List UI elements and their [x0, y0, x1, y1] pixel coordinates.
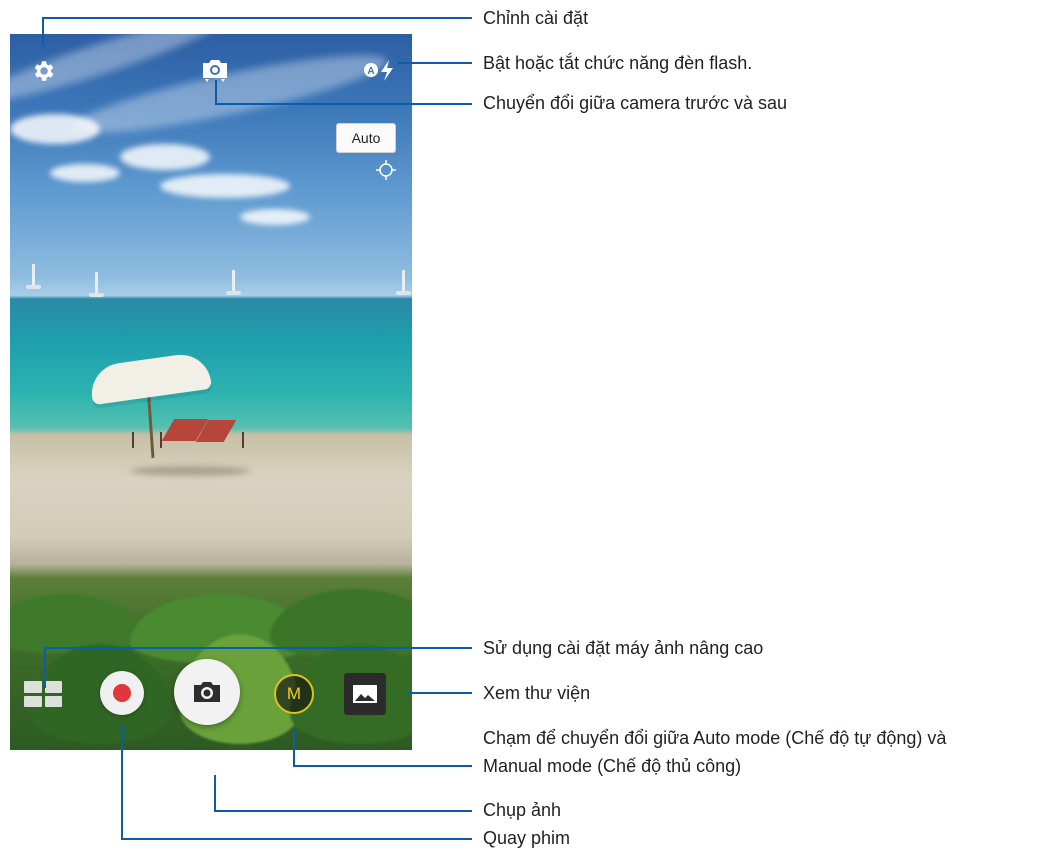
callout-line	[42, 18, 44, 46]
shutter-annotation: Chụp ảnh	[483, 800, 562, 820]
callout-line	[42, 17, 472, 19]
grid-icon-cell	[44, 695, 62, 707]
auto-mode-badge[interactable]: Auto	[336, 123, 396, 153]
settings-button[interactable]	[28, 56, 58, 86]
flash-toggle-button[interactable]: A	[361, 58, 401, 82]
cloud	[240, 209, 310, 225]
camera-bottom-bar: M	[10, 654, 412, 750]
sailboat	[89, 272, 104, 297]
cloud	[50, 164, 120, 182]
grid-icon-cell	[24, 695, 42, 707]
callout-line	[214, 775, 216, 811]
cloud	[10, 114, 100, 144]
callout-line	[121, 726, 123, 839]
flash-auto-icon: A	[364, 60, 393, 81]
cloud	[120, 144, 210, 170]
focus-target[interactable]	[375, 159, 397, 181]
gear-icon	[34, 61, 54, 81]
callout-line	[214, 810, 472, 812]
sailboat	[396, 270, 411, 295]
grid-icon	[24, 681, 42, 693]
mode-annotation-line1: Chạm để chuyển đổi giữa Auto mode (Chế đ…	[483, 728, 947, 748]
flash-annotation: Bật hoặc tắt chức năng đèn flash.	[483, 53, 753, 73]
cloud	[160, 174, 290, 198]
sailboat	[226, 270, 241, 295]
record-icon	[113, 684, 131, 702]
manual-mode-button[interactable]: M	[274, 674, 314, 714]
sailboat	[26, 264, 41, 289]
camera-icon	[194, 682, 220, 702]
gallery-annotation: Xem thư viện	[483, 683, 591, 703]
shadow	[130, 466, 250, 476]
advanced-settings-button[interactable]	[24, 681, 62, 707]
callout-line	[405, 692, 472, 694]
chair-leg	[132, 432, 134, 448]
callout-line	[44, 647, 472, 649]
callout-line	[293, 728, 295, 766]
callout-line	[398, 62, 472, 64]
focus-target-icon	[376, 160, 396, 180]
camera-viewfinder[interactable]: A Auto M	[10, 34, 412, 750]
svg-text:A: A	[367, 66, 374, 77]
shutter-button[interactable]	[174, 659, 240, 725]
callout-line	[121, 838, 472, 840]
chair-leg	[242, 432, 244, 448]
grid-icon-cell	[44, 681, 62, 693]
mode-annotation-line2: Manual mode (Chế độ thủ công)	[483, 756, 742, 776]
chair-leg	[160, 432, 162, 448]
callout-line	[44, 648, 46, 688]
advanced-settings-annotation: Sử dụng cài đặt máy ảnh nâng cao	[483, 638, 764, 658]
settings-annotation: Chỉnh cài đặt	[483, 8, 589, 28]
callout-line	[215, 80, 217, 104]
callout-line	[293, 765, 472, 767]
gallery-button[interactable]	[344, 673, 386, 715]
beach-umbrella	[87, 350, 213, 406]
callout-line	[215, 103, 472, 105]
gallery-icon	[353, 685, 377, 703]
record-annotation: Quay phim	[483, 828, 571, 848]
record-video-button[interactable]	[100, 671, 144, 715]
plant	[10, 594, 140, 654]
switch-camera-annotation: Chuyển đổi giữa camera trước và sau	[483, 93, 788, 113]
